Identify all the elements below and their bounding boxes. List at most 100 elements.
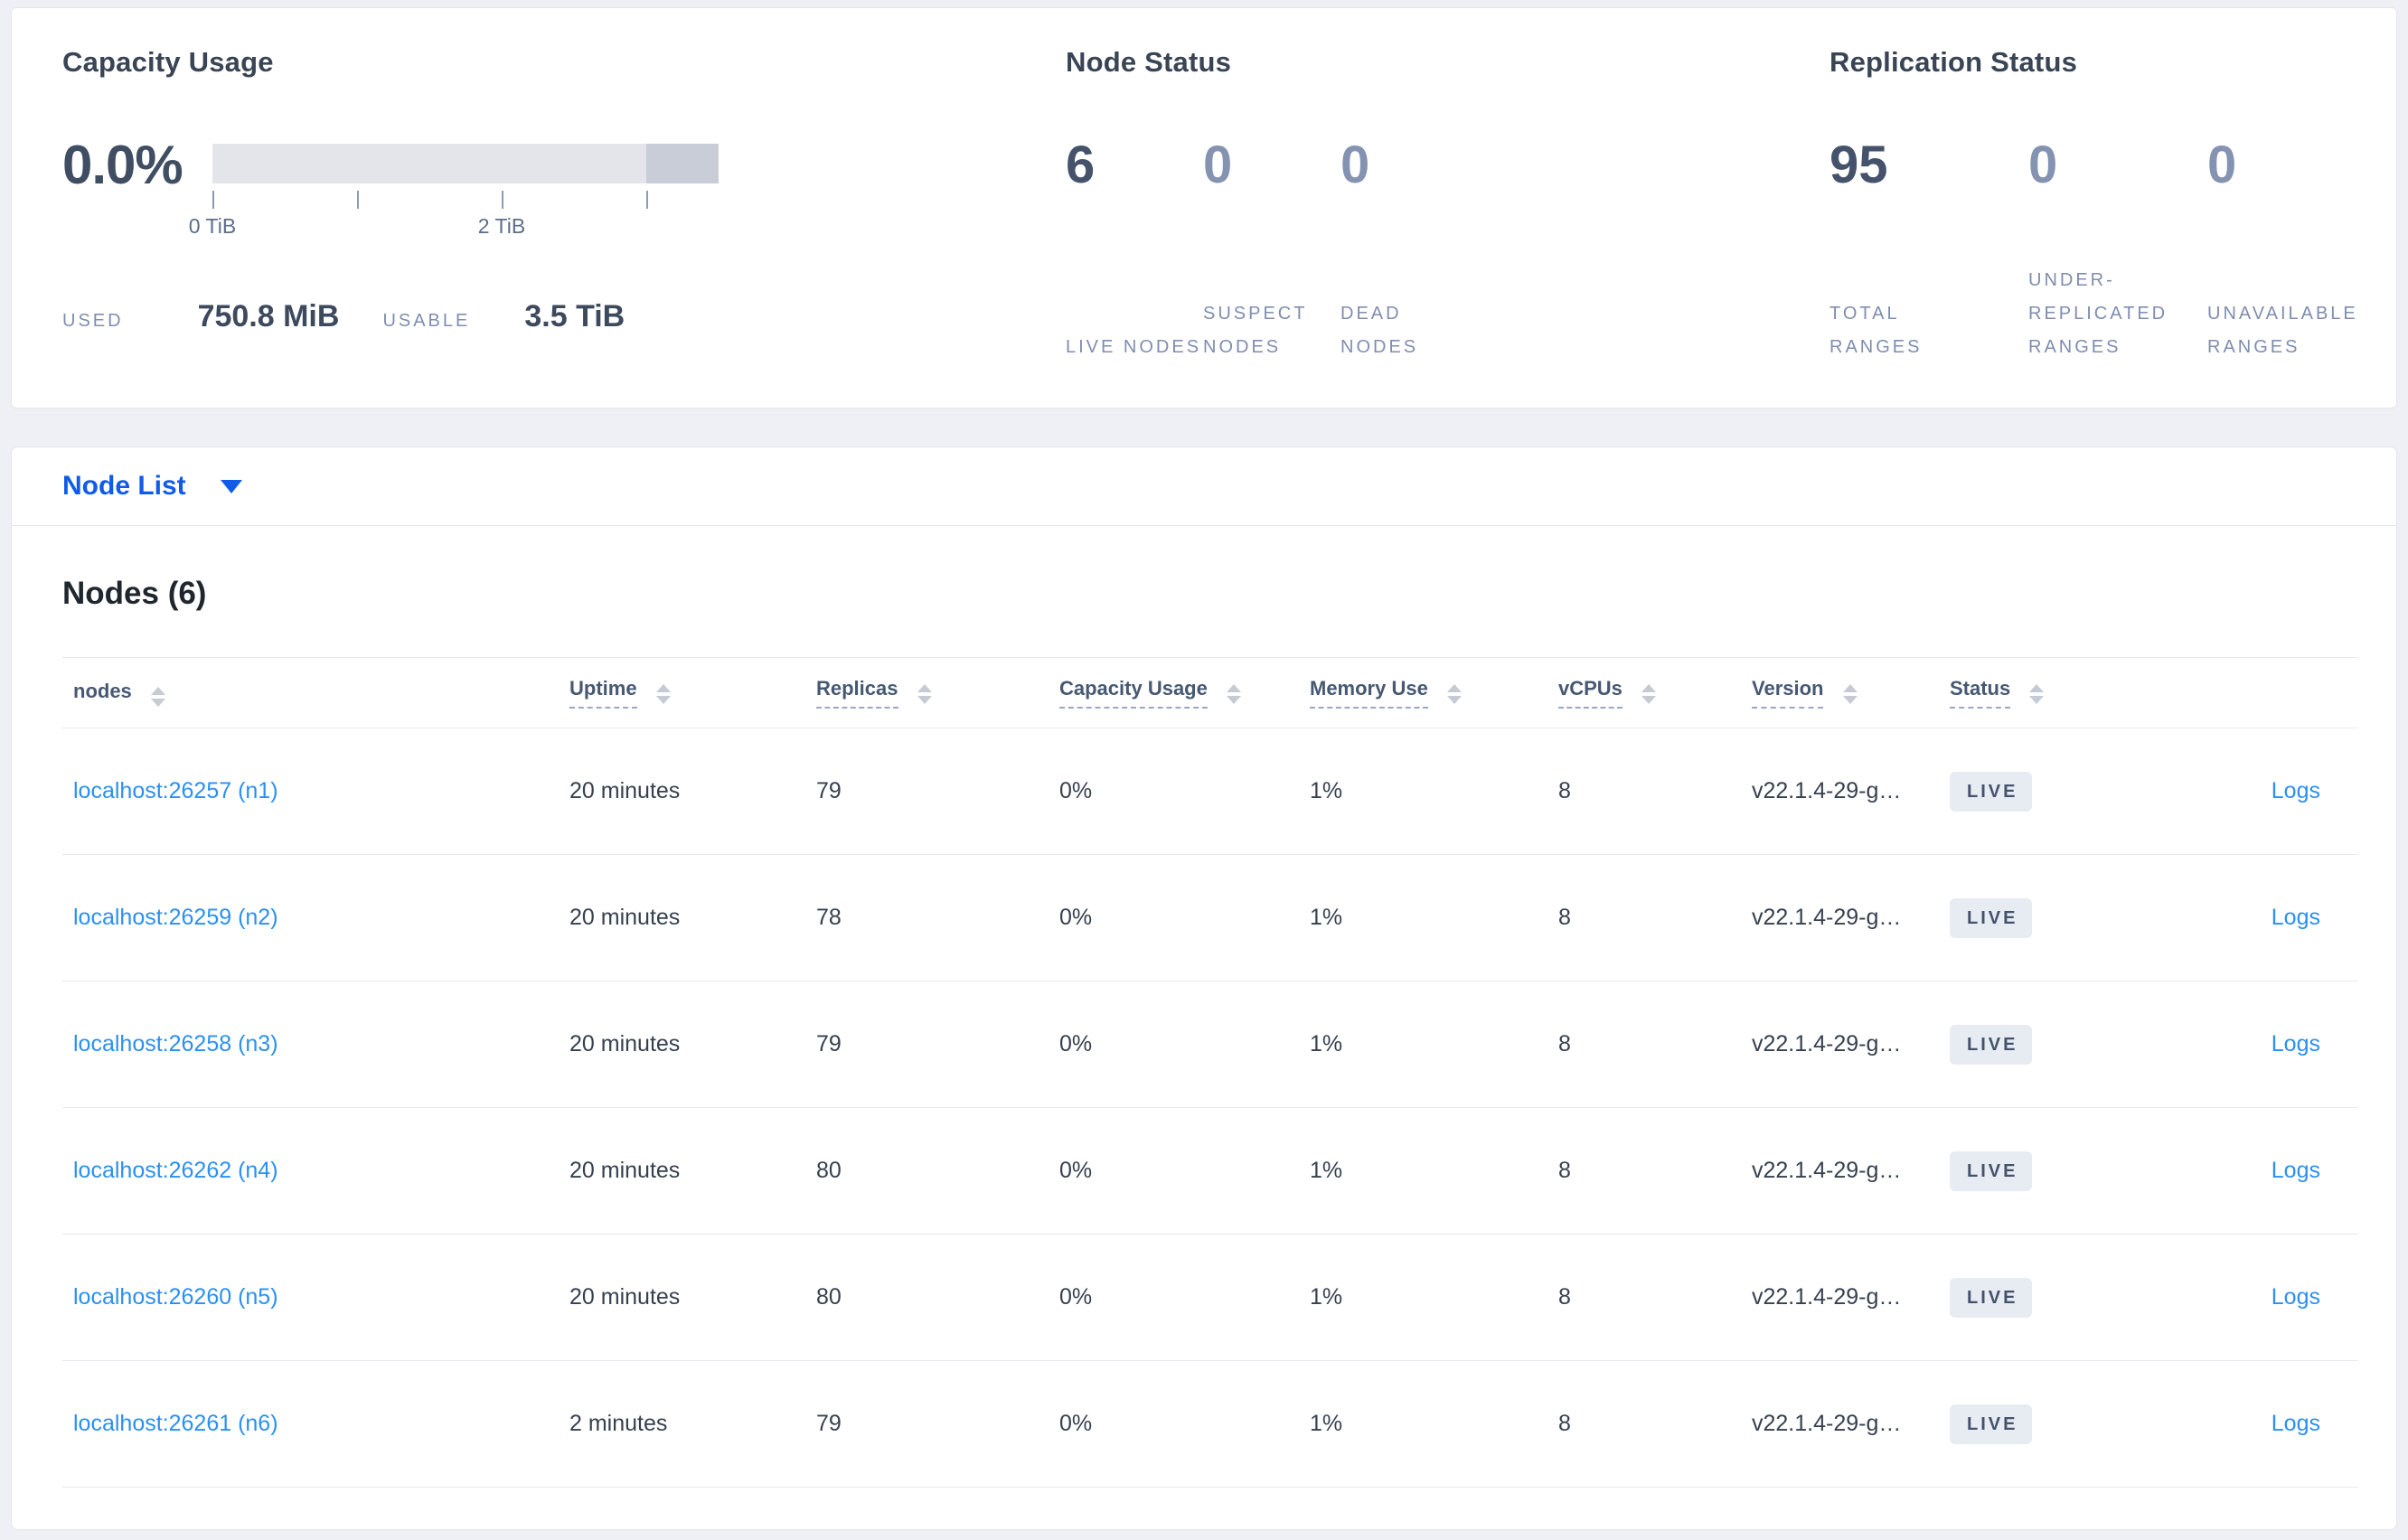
node-link[interactable]: localhost:26259 (n2) [73, 905, 278, 930]
vcpus-cell: 8 [1558, 728, 1752, 855]
version-cell: v22.1.4-29-g… [1752, 854, 1950, 981]
axis-tick [501, 191, 503, 209]
dead-nodes-metric: 0 DEAD NODES [1340, 138, 1478, 364]
version-cell: v22.1.4-29-g… [1752, 1360, 1950, 1488]
live-nodes-label: LIVE NODES [1066, 337, 1202, 357]
under-replicated-ranges-metric: 0 UNDER-REPLICATED RANGES [2028, 138, 2207, 364]
memory-use-cell: 1% [1310, 854, 1558, 981]
column-header-uptime[interactable]: Uptime [569, 657, 816, 728]
node-link[interactable]: localhost:26257 (n1) [73, 778, 278, 803]
table-row: localhost:26261 (n6) 2 minutes 79 0% 1% … [62, 1360, 2358, 1488]
node-link[interactable]: localhost:26258 (n3) [73, 1031, 278, 1056]
logs-link[interactable]: Logs [2272, 1158, 2320, 1183]
replicas-cell: 79 [816, 728, 1059, 855]
caret-down-icon[interactable] [220, 479, 242, 493]
vcpus-cell: 8 [1558, 1107, 1752, 1235]
uptime-cell: 2 minutes [569, 1360, 816, 1488]
replicas-cell: 78 [816, 854, 1059, 981]
sort-icon[interactable] [655, 684, 671, 704]
node-link[interactable]: localhost:26262 (n4) [73, 1158, 278, 1183]
axis-tick-label: 0 TiB [188, 214, 237, 238]
node-status-title: Node Status [1066, 46, 1232, 78]
replicas-cell: 79 [816, 981, 1059, 1108]
nodes-table: nodes Uptime Replicas Capacity Usage Mem… [62, 657, 2358, 1488]
vcpus-cell: 8 [1558, 854, 1752, 981]
live-nodes-value: 6 [1066, 136, 1096, 194]
capacity-usage-cell: 0% [1059, 1107, 1310, 1235]
column-header-nodes[interactable]: nodes [62, 657, 569, 728]
dead-nodes-value: 0 [1340, 136, 1370, 194]
replication-status-card: Replication Status 95 TOTAL RANGES 0 UND… [1830, 46, 2408, 408]
sort-icon[interactable] [1842, 684, 1858, 704]
logs-link[interactable]: Logs [2272, 1031, 2320, 1056]
node-link[interactable]: localhost:26260 (n5) [73, 1284, 278, 1310]
total-ranges-label: TOTAL RANGES [1830, 304, 1923, 357]
status-badge: LIVE [1950, 1277, 2033, 1318]
sort-icon[interactable] [1641, 684, 1657, 704]
column-header-vcpus[interactable]: vCPUs [1558, 657, 1752, 728]
sort-icon[interactable] [1446, 684, 1462, 704]
memory-use-cell: 1% [1310, 981, 1558, 1108]
sort-icon[interactable] [150, 686, 165, 707]
axis-tick-label: 2 TiB [477, 214, 526, 238]
unavailable-ranges-value: 0 [2207, 136, 2237, 194]
uptime-cell: 20 minutes [569, 1107, 816, 1235]
status-badge: LIVE [1950, 1024, 2033, 1065]
uptime-cell: 20 minutes [569, 1234, 816, 1361]
cluster-summary-panel: Capacity Usage 0.0% 0 TiB 2 TiB USED 750… [11, 7, 2397, 408]
table-header-row: nodes Uptime Replicas Capacity Usage Mem… [62, 657, 2358, 728]
node-list-dropdown-label[interactable]: Node List [62, 471, 186, 502]
memory-use-cell: 1% [1310, 728, 1558, 855]
capacity-usage-cell: 0% [1059, 854, 1310, 981]
version-cell: v22.1.4-29-g… [1752, 1107, 1950, 1235]
vcpus-cell: 8 [1558, 981, 1752, 1108]
suspect-nodes-metric: 0 SUSPECT NODES [1203, 138, 1340, 364]
used-label: USED [62, 311, 124, 331]
logs-link[interactable]: Logs [2272, 778, 2320, 803]
logs-link[interactable]: Logs [2272, 1411, 2320, 1436]
under-replicated-ranges-label: UNDER-REPLICATED RANGES [2028, 270, 2168, 357]
column-header-version[interactable]: Version [1752, 657, 1950, 728]
node-list-dropdown[interactable]: Node List [62, 471, 242, 502]
node-link[interactable]: localhost:26261 (n6) [73, 1411, 278, 1436]
usable-label: USABLE [382, 311, 471, 331]
status-badge: LIVE [1950, 771, 2033, 812]
under-replicated-ranges-value: 0 [2028, 136, 2058, 194]
capacity-usage-cell: 0% [1059, 728, 1310, 855]
replication-status-title: Replication Status [1830, 46, 2078, 78]
total-ranges-metric: 95 TOTAL RANGES [1830, 138, 2028, 364]
column-header-logs [2174, 657, 2358, 728]
logs-link[interactable]: Logs [2272, 905, 2320, 930]
column-header-capacity-usage[interactable]: Capacity Usage [1059, 657, 1310, 728]
version-cell: v22.1.4-29-g… [1752, 981, 1950, 1108]
suspect-nodes-label: SUSPECT NODES [1203, 304, 1308, 357]
memory-use-cell: 1% [1310, 1107, 1558, 1235]
live-nodes-metric: 6 LIVE NODES [1066, 138, 1203, 364]
axis-tick [645, 191, 648, 209]
column-header-replicas[interactable]: Replicas [816, 657, 1059, 728]
axis-tick [212, 191, 214, 209]
status-badge: LIVE [1950, 1150, 2033, 1191]
memory-use-cell: 1% [1310, 1360, 1558, 1488]
capacity-bar-reserved-segment [645, 144, 719, 183]
sort-icon[interactable] [1226, 684, 1241, 704]
used-value: 750.8 MiB [197, 299, 340, 333]
nodes-table-panel: Nodes (6) nodes Uptime Replicas Capacity… [11, 525, 2397, 1530]
logs-link[interactable]: Logs [2272, 1284, 2320, 1310]
column-header-status[interactable]: Status [1950, 657, 2174, 728]
version-cell: v22.1.4-29-g… [1752, 1234, 1950, 1361]
uptime-cell: 20 minutes [569, 728, 816, 855]
capacity-bar-track [212, 144, 719, 183]
axis-tick [356, 191, 359, 209]
unavailable-ranges-label: UNAVAILABLE RANGES [2207, 304, 2358, 357]
total-ranges-value: 95 [1830, 136, 1888, 194]
capacity-usage-title: Capacity Usage [62, 46, 274, 78]
column-header-memory-use[interactable]: Memory Use [1310, 657, 1558, 728]
dead-nodes-label: DEAD NODES [1340, 304, 1419, 357]
node-status-card: Node Status 6 LIVE NODES 0 SUSPECT NODES… [1066, 46, 1830, 408]
sort-icon[interactable] [2029, 684, 2045, 704]
sort-icon[interactable] [917, 684, 932, 704]
table-row: localhost:26257 (n1) 20 minutes 79 0% 1%… [62, 728, 2358, 855]
version-cell: v22.1.4-29-g… [1752, 728, 1950, 855]
view-selector-bar: Node List [11, 446, 2397, 525]
